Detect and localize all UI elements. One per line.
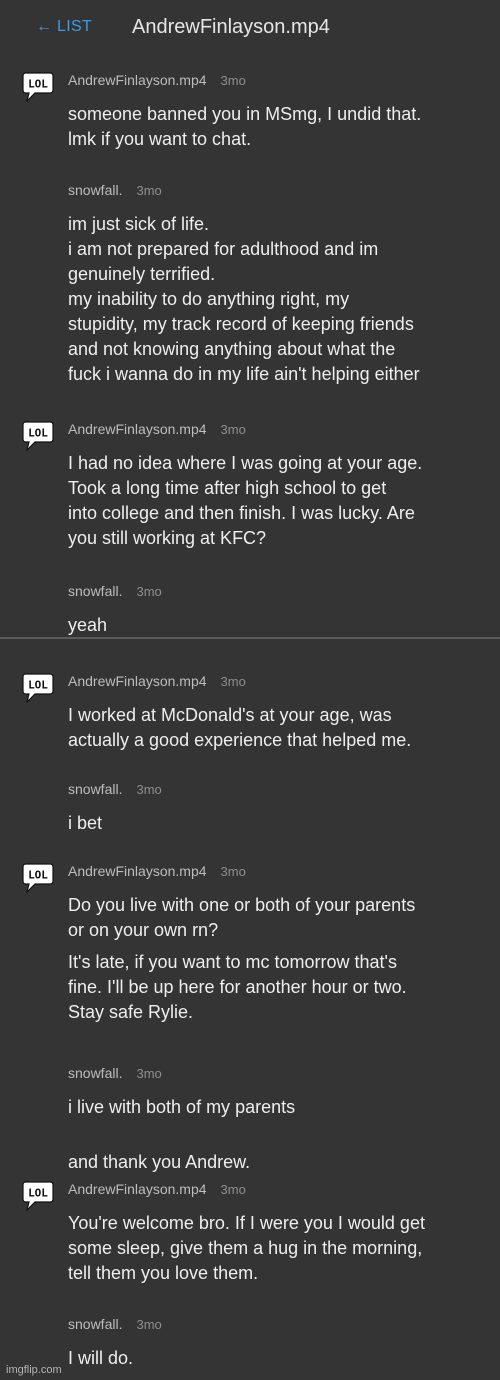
watermark: imgflip.com <box>6 1364 62 1376</box>
message-text: i bet <box>68 813 103 833</box>
author-name[interactable]: snowfall. <box>68 182 122 198</box>
timestamp: 3mo <box>136 782 162 797</box>
author-name[interactable]: snowfall. <box>68 781 122 797</box>
message-text: Do you live with one or both of your par… <box>68 895 416 940</box>
message-text: i live with both of my parents <box>68 1097 296 1117</box>
timestamp: 3mo <box>136 1317 162 1332</box>
avatar-label: LOL <box>28 427 48 440</box>
avatar-label: LOL <box>28 679 48 692</box>
author-name[interactable]: AndrewFinlayson.mp4 <box>68 72 207 88</box>
message-meta: snowfall. 3mo <box>68 1065 162 1081</box>
message-meta: snowfall. 3mo <box>68 781 162 797</box>
author-name[interactable]: snowfall. <box>68 1316 122 1332</box>
message-text: and thank you Andrew. <box>68 1152 251 1172</box>
timestamp: 3mo <box>220 864 246 879</box>
timestamp: 3mo <box>136 584 162 599</box>
avatar-label: LOL <box>28 78 48 91</box>
author-name[interactable]: AndrewFinlayson.mp4 <box>68 673 207 689</box>
lol-speech-bubble-avatar-icon[interactable]: LOL <box>22 1181 54 1211</box>
timestamp: 3mo <box>220 1182 246 1197</box>
message-text: I had no idea where I was going at your … <box>68 453 423 548</box>
lol-speech-bubble-avatar-icon[interactable]: LOL <box>22 421 54 451</box>
timestamp: 3mo <box>220 73 246 88</box>
author-name[interactable]: snowfall. <box>68 583 122 599</box>
conversation-title: AndrewFinlayson.mp4 <box>132 16 330 38</box>
avatar-label: LOL <box>28 869 48 882</box>
timestamp: 3mo <box>136 183 162 198</box>
timestamp: 3mo <box>220 674 246 689</box>
back-to-list-button[interactable]: ← LIST <box>36 18 92 36</box>
timestamp: 3mo <box>136 1066 162 1081</box>
message-text: I worked at McDonald's at your age, was … <box>68 705 412 750</box>
lol-speech-bubble-avatar-icon[interactable]: LOL <box>22 72 54 102</box>
message-text: im just sick of life. i am not prepared … <box>68 214 420 384</box>
message-meta: AndrewFinlayson.mp4 3mo <box>68 1181 246 1197</box>
message-meta: AndrewFinlayson.mp4 3mo <box>68 863 246 879</box>
message-text: I will do. <box>68 1348 134 1368</box>
message-text: yeah <box>68 615 108 635</box>
message-meta: AndrewFinlayson.mp4 3mo <box>68 421 246 437</box>
avatar-label: LOL <box>28 1187 48 1200</box>
header-bar: ← LIST AndrewFinlayson.mp4 <box>0 0 500 56</box>
lol-speech-bubble-avatar-icon[interactable]: LOL <box>22 863 54 893</box>
message-meta: snowfall. 3mo <box>68 583 162 599</box>
message-text: You're welcome bro. If I were you I woul… <box>68 1213 425 1283</box>
message-meta: snowfall. 3mo <box>68 1316 162 1332</box>
author-name[interactable]: AndrewFinlayson.mp4 <box>68 863 207 879</box>
author-name[interactable]: AndrewFinlayson.mp4 <box>68 1181 207 1197</box>
message-meta: AndrewFinlayson.mp4 3mo <box>68 673 246 689</box>
message-meta: AndrewFinlayson.mp4 3mo <box>68 72 246 88</box>
message-text: It's late, if you want to mc tomorrow th… <box>68 952 407 1022</box>
divider <box>0 637 500 639</box>
author-name[interactable]: AndrewFinlayson.mp4 <box>68 421 207 437</box>
lol-speech-bubble-avatar-icon[interactable]: LOL <box>22 673 54 703</box>
message-text: someone banned you in MSmg, I undid that… <box>68 104 422 149</box>
timestamp: 3mo <box>220 422 246 437</box>
message-meta: snowfall. 3mo <box>68 182 162 198</box>
author-name[interactable]: snowfall. <box>68 1065 122 1081</box>
